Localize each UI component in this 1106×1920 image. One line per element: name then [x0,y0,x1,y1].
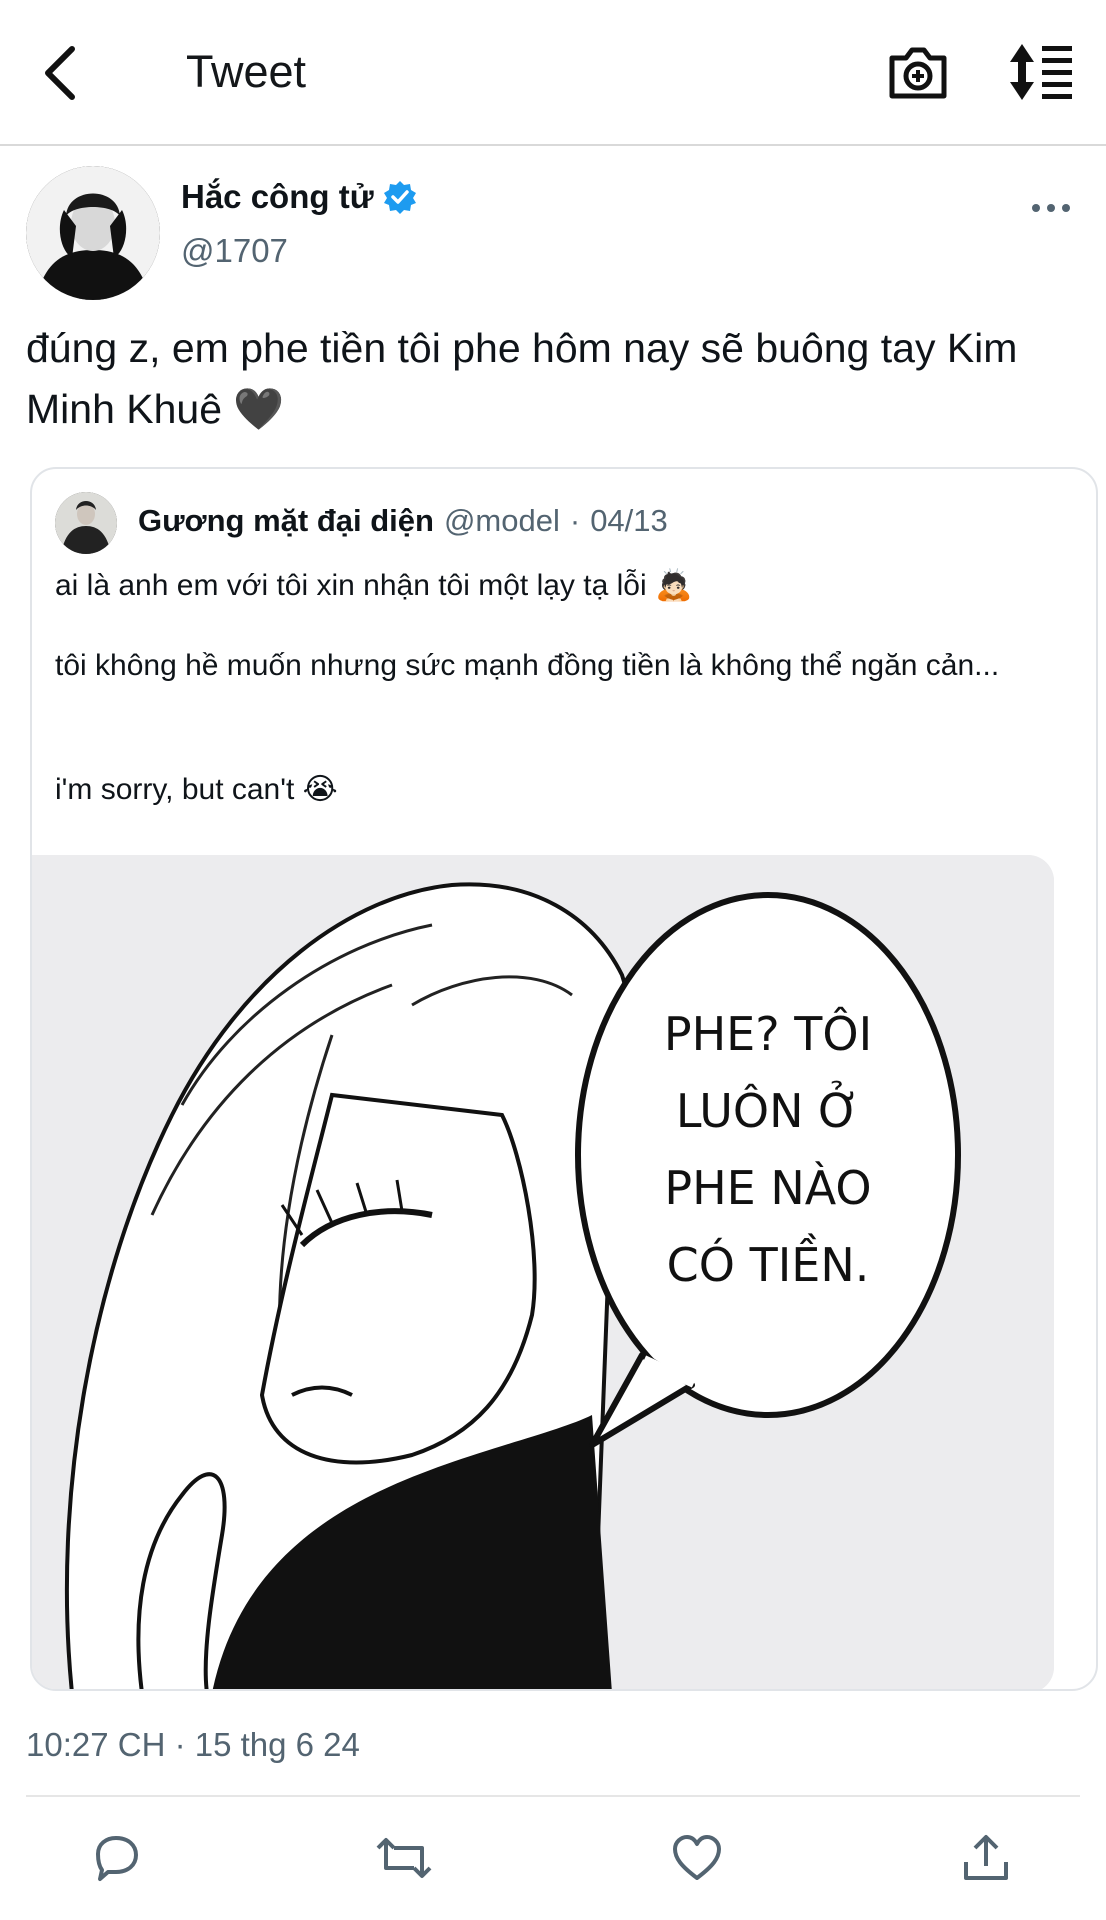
quoted-author-avatar [55,492,117,554]
camera-button[interactable] [886,42,950,102]
separator: · [569,503,581,538]
more-options-button[interactable] [1024,190,1078,226]
divider [26,1795,1080,1797]
quoted-tweet-card[interactable]: Gương mặt đại diện @model · 04/13 ai là … [30,467,1098,1691]
like-icon [673,1835,721,1880]
bubble-line-3: PHE NÀO [664,1161,871,1215]
quoted-header: Gương mặt đại diện @model · 04/13 [138,503,668,539]
bubble-line-4: CÓ TIỀN. [667,1233,870,1292]
like-button[interactable] [667,1828,727,1888]
tweet-text: đúng z, em phe tiền tôi phe hôm nay sẽ b… [26,325,1018,432]
chevron-left-icon [45,46,75,100]
quoted-image[interactable]: PHE? TÔI LUÔN Ở PHE NÀO CÓ TIỀN. [32,855,1054,1689]
quoted-text-line-1: ai là anh em với tôi xin nhận tôi một lạ… [55,569,693,602]
reply-icon [96,1836,138,1881]
share-icon [964,1835,1008,1880]
quoted-date: 04/13 [590,503,668,538]
author-handle[interactable]: @1707 [181,232,288,270]
quoted-author-handle: @model [443,503,560,538]
verified-badge-icon [383,181,416,214]
bubble-line-1: PHE? TÔI [664,1006,872,1061]
retweet-button[interactable] [374,1828,434,1888]
more-horizontal-icon [1032,204,1070,212]
camera-add-icon [889,47,947,99]
sort-button[interactable] [1006,40,1078,104]
author-name-text: Hắc công tử [181,178,374,215]
retweet-icon [376,1838,432,1878]
top-bar: Tweet [0,0,1106,146]
quoted-text-line-2: tôi không hề muốn nhưng sức mạnh đồng ti… [55,649,1000,682]
page-title: Tweet [186,46,307,97]
sort-icon [1010,44,1072,100]
quoted-text-line-3: i'm sorry, but can't 😭 [55,773,338,806]
bubble-line-2: LUÔN Ở [676,1081,860,1138]
back-button[interactable] [30,38,90,108]
author-avatar[interactable] [26,166,160,300]
author-name[interactable]: Hắc công tử [181,178,418,216]
quoted-author-name: Gương mặt đại diện [138,503,434,538]
tweet-timestamp[interactable]: 10:27 CH · 15 thg 6 24 [26,1726,360,1764]
reply-button[interactable] [86,1828,146,1888]
share-button[interactable] [956,1828,1016,1888]
